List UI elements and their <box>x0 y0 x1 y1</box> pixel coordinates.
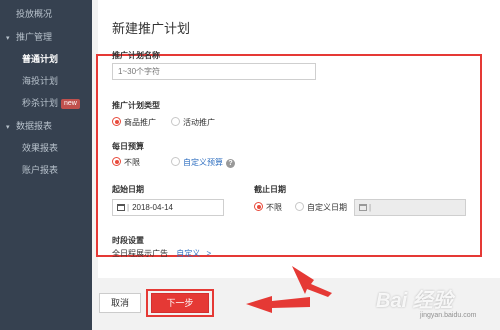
calendar-icon <box>117 204 125 211</box>
sidebar-item-flash-plan[interactable]: 秒杀计划 new <box>0 92 92 114</box>
radio-label: 活动推广 <box>183 118 215 127</box>
radio-label: 不限 <box>266 203 282 212</box>
sidebar-item-overview[interactable]: 投放概况 <box>0 3 92 25</box>
plan-type-label: 推广计划类型 <box>112 101 160 110</box>
radio-budget-custom[interactable]: 自定义预算? <box>171 157 235 168</box>
time-setting-row: 全日程展示广告 自定义 > <box>112 248 211 259</box>
time-setting-label: 时段设置 <box>112 236 144 245</box>
sidebar-group-reports[interactable]: ▾ 数据报表 <box>0 115 92 137</box>
sidebar-item-mass-plan[interactable]: 海投计划 <box>0 70 92 92</box>
radio-dot <box>254 202 263 211</box>
watermark-url: jingyan.baidu.com <box>420 312 477 319</box>
sidebar-item-effect-report[interactable]: 效果报表 <box>0 137 92 159</box>
new-badge: new <box>61 99 80 109</box>
plan-name-label: 推广计划名称 <box>112 51 160 60</box>
next-button[interactable]: 下一步 <box>151 293 209 313</box>
end-date-picker: | <box>354 199 466 216</box>
radio-label: 不限 <box>124 158 140 167</box>
radio-activity-promotion[interactable]: 活动推广 <box>171 117 215 128</box>
sidebar-group-label: 推广管理 <box>16 32 53 42</box>
chevron-down-icon: ▾ <box>6 124 10 131</box>
help-icon[interactable]: ? <box>226 159 235 168</box>
sidebar: 投放概况 ▾ 推广管理 普通计划 海投计划 秒杀计划 new ▾ 数据报表 效果报表 … <box>0 0 92 330</box>
radio-label: 自定义预算 <box>183 158 223 167</box>
radio-dot <box>171 117 180 126</box>
start-date-label: 起始日期 <box>112 185 144 194</box>
radio-end-custom[interactable]: 自定义日期 <box>295 202 347 213</box>
sidebar-group-promotion[interactable]: ▾ 推广管理 <box>0 26 92 48</box>
highlight-frame <box>96 54 482 257</box>
radio-label: 自定义日期 <box>307 203 347 212</box>
chevron-down-icon: ▾ <box>6 35 10 42</box>
radio-end-unlimited[interactable]: 不限 <box>254 202 282 213</box>
end-date-label: 截止日期 <box>254 185 286 194</box>
chevron-right-icon: > <box>206 249 212 258</box>
start-date-picker[interactable]: | 2018-04-14 <box>112 199 224 216</box>
radio-dot <box>112 117 121 126</box>
sidebar-item-normal-plan[interactable]: 普通计划 <box>0 48 92 70</box>
watermark-logo: Bai 经验 <box>376 290 453 312</box>
sidebar-item-label: 秒杀计划 <box>22 98 59 108</box>
cancel-button[interactable]: 取消 <box>99 293 141 313</box>
time-setting-value: 全日程展示广告 <box>112 249 168 258</box>
budget-label: 每日预算 <box>112 142 144 151</box>
sidebar-item-account-report[interactable]: 账户报表 <box>0 159 92 181</box>
radio-product-promotion[interactable]: 商品推广 <box>112 117 156 128</box>
radio-label: 商品推广 <box>124 118 156 127</box>
start-date-value: 2018-04-14 <box>132 203 173 212</box>
plan-name-input[interactable] <box>112 63 316 80</box>
radio-dot <box>171 157 180 166</box>
sidebar-group-label: 数据报表 <box>16 121 53 131</box>
time-custom-link[interactable]: 自定义 <box>176 249 200 258</box>
radio-dot <box>112 157 121 166</box>
radio-budget-unlimited[interactable]: 不限 <box>112 157 140 168</box>
calendar-icon <box>359 204 367 211</box>
radio-dot <box>295 202 304 211</box>
page-title: 新建推广计划 <box>112 21 191 36</box>
